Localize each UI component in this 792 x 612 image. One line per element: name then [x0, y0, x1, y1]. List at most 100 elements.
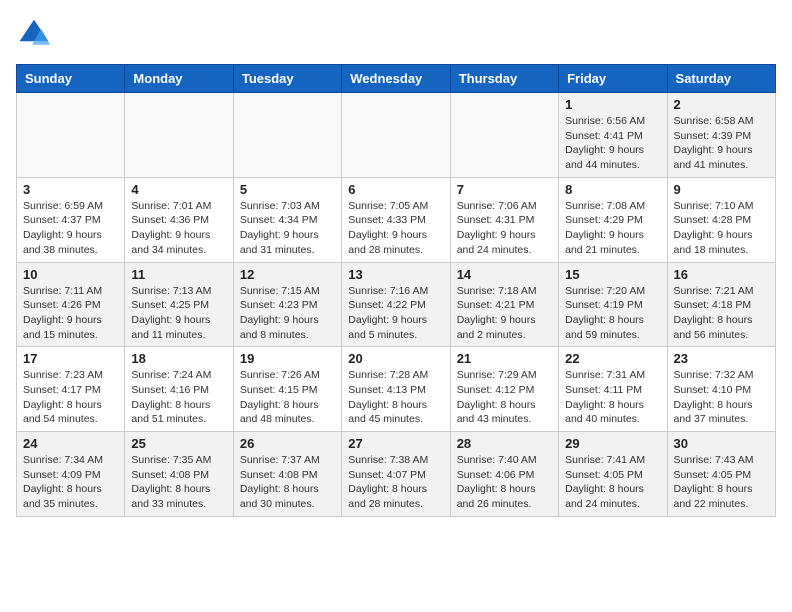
day-number: 13 — [348, 267, 443, 282]
day-info: Sunrise: 7:20 AM Sunset: 4:19 PM Dayligh… — [565, 284, 660, 343]
calendar-cell: 27 Sunrise: 7:38 AM Sunset: 4:07 PM Dayli… — [342, 432, 450, 517]
calendar-cell: 14 Sunrise: 7:18 AM Sunset: 4:21 PM Dayli… — [450, 262, 558, 347]
calendar-week-row: 3Sunrise: 6:59 AM Sunset: 4:37 PM Daylig… — [17, 177, 776, 262]
day-number: 23 — [674, 351, 769, 366]
calendar-cell: 30 Sunrise: 7:43 AM Sunset: 4:05 PM Dayli… — [667, 432, 775, 517]
day-number: 8 — [565, 182, 660, 197]
calendar-cell: 6 Sunrise: 7:05 AM Sunset: 4:33 PM Daylig… — [342, 177, 450, 262]
weekday-header: Sunday — [17, 65, 125, 93]
calendar-cell — [342, 93, 450, 178]
logo — [16, 16, 56, 52]
calendar-cell: 22 Sunrise: 7:31 AM Sunset: 4:11 PM Dayli… — [559, 347, 667, 432]
day-number: 15 — [565, 267, 660, 282]
weekday-header: Monday — [125, 65, 233, 93]
day-info: Sunrise: 7:21 AM Sunset: 4:18 PM Dayligh… — [674, 284, 769, 343]
day-number: 21 — [457, 351, 552, 366]
day-info: Sunrise: 6:56 AM Sunset: 4:41 PM Dayligh… — [565, 114, 660, 173]
day-number: 19 — [240, 351, 335, 366]
day-info: Sunrise: 7:38 AM Sunset: 4:07 PM Dayligh… — [348, 453, 443, 512]
day-number: 30 — [674, 436, 769, 451]
day-number: 26 — [240, 436, 335, 451]
calendar-cell — [17, 93, 125, 178]
calendar-cell: 26 Sunrise: 7:37 AM Sunset: 4:08 PM Dayli… — [233, 432, 341, 517]
day-number: 27 — [348, 436, 443, 451]
calendar-cell: 20Sunrise: 7:28 AM Sunset: 4:13 PM Dayli… — [342, 347, 450, 432]
day-number: 20 — [348, 351, 443, 366]
day-info: Sunrise: 7:34 AM Sunset: 4:09 PM Dayligh… — [23, 453, 118, 512]
day-number: 9 — [674, 182, 769, 197]
day-number: 2 — [674, 97, 769, 112]
calendar-week-row: 1 Sunrise: 6:56 AM Sunset: 4:41 PM Daylig… — [17, 93, 776, 178]
calendar-cell: 13 Sunrise: 7:16 AM Sunset: 4:22 PM Dayli… — [342, 262, 450, 347]
calendar-cell: 28 Sunrise: 7:40 AM Sunset: 4:06 PM Dayli… — [450, 432, 558, 517]
day-info: Sunrise: 6:59 AM Sunset: 4:37 PM Dayligh… — [23, 199, 118, 258]
weekday-header: Friday — [559, 65, 667, 93]
calendar-cell: 3Sunrise: 6:59 AM Sunset: 4:37 PM Daylig… — [17, 177, 125, 262]
calendar-cell: 7 Sunrise: 7:06 AM Sunset: 4:31 PM Daylig… — [450, 177, 558, 262]
day-info: Sunrise: 7:03 AM Sunset: 4:34 PM Dayligh… — [240, 199, 335, 258]
calendar-week-row: 17 Sunrise: 7:23 AM Sunset: 4:17 PM Dayli… — [17, 347, 776, 432]
day-info: Sunrise: 7:13 AM Sunset: 4:25 PM Dayligh… — [131, 284, 226, 343]
calendar-cell: 25 Sunrise: 7:35 AM Sunset: 4:08 PM Dayli… — [125, 432, 233, 517]
day-info: Sunrise: 7:23 AM Sunset: 4:17 PM Dayligh… — [23, 368, 118, 427]
calendar-cell: 16Sunrise: 7:21 AM Sunset: 4:18 PM Dayli… — [667, 262, 775, 347]
calendar-cell: 17 Sunrise: 7:23 AM Sunset: 4:17 PM Dayli… — [17, 347, 125, 432]
calendar-header-row: SundayMondayTuesdayWednesdayThursdayFrid… — [17, 65, 776, 93]
calendar-cell: 5 Sunrise: 7:03 AM Sunset: 4:34 PM Daylig… — [233, 177, 341, 262]
weekday-header: Saturday — [667, 65, 775, 93]
day-info: Sunrise: 7:01 AM Sunset: 4:36 PM Dayligh… — [131, 199, 226, 258]
day-info: Sunrise: 7:11 AM Sunset: 4:26 PM Dayligh… — [23, 284, 118, 343]
day-info: Sunrise: 7:31 AM Sunset: 4:11 PM Dayligh… — [565, 368, 660, 427]
day-info: Sunrise: 7:41 AM Sunset: 4:05 PM Dayligh… — [565, 453, 660, 512]
day-number: 4 — [131, 182, 226, 197]
day-number: 25 — [131, 436, 226, 451]
calendar-table: SundayMondayTuesdayWednesdayThursdayFrid… — [16, 64, 776, 517]
calendar-cell: 11Sunrise: 7:13 AM Sunset: 4:25 PM Dayli… — [125, 262, 233, 347]
calendar-cell: 19 Sunrise: 7:26 AM Sunset: 4:15 PM Dayli… — [233, 347, 341, 432]
calendar-week-row: 24 Sunrise: 7:34 AM Sunset: 4:09 PM Dayli… — [17, 432, 776, 517]
day-info: Sunrise: 7:16 AM Sunset: 4:22 PM Dayligh… — [348, 284, 443, 343]
calendar-cell: 15 Sunrise: 7:20 AM Sunset: 4:19 PM Dayli… — [559, 262, 667, 347]
weekday-header: Wednesday — [342, 65, 450, 93]
page-header — [16, 16, 776, 52]
day-info: Sunrise: 7:08 AM Sunset: 4:29 PM Dayligh… — [565, 199, 660, 258]
calendar-cell: 18Sunrise: 7:24 AM Sunset: 4:16 PM Dayli… — [125, 347, 233, 432]
day-number: 29 — [565, 436, 660, 451]
day-number: 1 — [565, 97, 660, 112]
day-info: Sunrise: 7:05 AM Sunset: 4:33 PM Dayligh… — [348, 199, 443, 258]
day-number: 6 — [348, 182, 443, 197]
day-info: Sunrise: 7:40 AM Sunset: 4:06 PM Dayligh… — [457, 453, 552, 512]
calendar-cell: 2 Sunrise: 6:58 AM Sunset: 4:39 PM Daylig… — [667, 93, 775, 178]
day-number: 7 — [457, 182, 552, 197]
calendar-cell: 9Sunrise: 7:10 AM Sunset: 4:28 PM Daylig… — [667, 177, 775, 262]
calendar-cell: 21 Sunrise: 7:29 AM Sunset: 4:12 PM Dayli… — [450, 347, 558, 432]
day-number: 17 — [23, 351, 118, 366]
day-number: 22 — [565, 351, 660, 366]
day-number: 5 — [240, 182, 335, 197]
day-number: 24 — [23, 436, 118, 451]
day-number: 10 — [23, 267, 118, 282]
calendar-cell: 8 Sunrise: 7:08 AM Sunset: 4:29 PM Daylig… — [559, 177, 667, 262]
day-info: Sunrise: 7:06 AM Sunset: 4:31 PM Dayligh… — [457, 199, 552, 258]
day-info: Sunrise: 7:37 AM Sunset: 4:08 PM Dayligh… — [240, 453, 335, 512]
calendar-week-row: 10 Sunrise: 7:11 AM Sunset: 4:26 PM Dayli… — [17, 262, 776, 347]
day-info: Sunrise: 7:15 AM Sunset: 4:23 PM Dayligh… — [240, 284, 335, 343]
day-number: 28 — [457, 436, 552, 451]
logo-icon — [16, 16, 52, 52]
day-number: 14 — [457, 267, 552, 282]
day-info: Sunrise: 7:26 AM Sunset: 4:15 PM Dayligh… — [240, 368, 335, 427]
calendar-cell: 23 Sunrise: 7:32 AM Sunset: 4:10 PM Dayli… — [667, 347, 775, 432]
day-number: 12 — [240, 267, 335, 282]
weekday-header: Tuesday — [233, 65, 341, 93]
day-info: Sunrise: 6:58 AM Sunset: 4:39 PM Dayligh… — [674, 114, 769, 173]
day-info: Sunrise: 7:18 AM Sunset: 4:21 PM Dayligh… — [457, 284, 552, 343]
weekday-header: Thursday — [450, 65, 558, 93]
day-info: Sunrise: 7:29 AM Sunset: 4:12 PM Dayligh… — [457, 368, 552, 427]
calendar-cell — [125, 93, 233, 178]
day-info: Sunrise: 7:43 AM Sunset: 4:05 PM Dayligh… — [674, 453, 769, 512]
calendar-cell: 12 Sunrise: 7:15 AM Sunset: 4:23 PM Dayli… — [233, 262, 341, 347]
calendar-cell — [233, 93, 341, 178]
day-info: Sunrise: 7:32 AM Sunset: 4:10 PM Dayligh… — [674, 368, 769, 427]
day-info: Sunrise: 7:35 AM Sunset: 4:08 PM Dayligh… — [131, 453, 226, 512]
day-number: 18 — [131, 351, 226, 366]
